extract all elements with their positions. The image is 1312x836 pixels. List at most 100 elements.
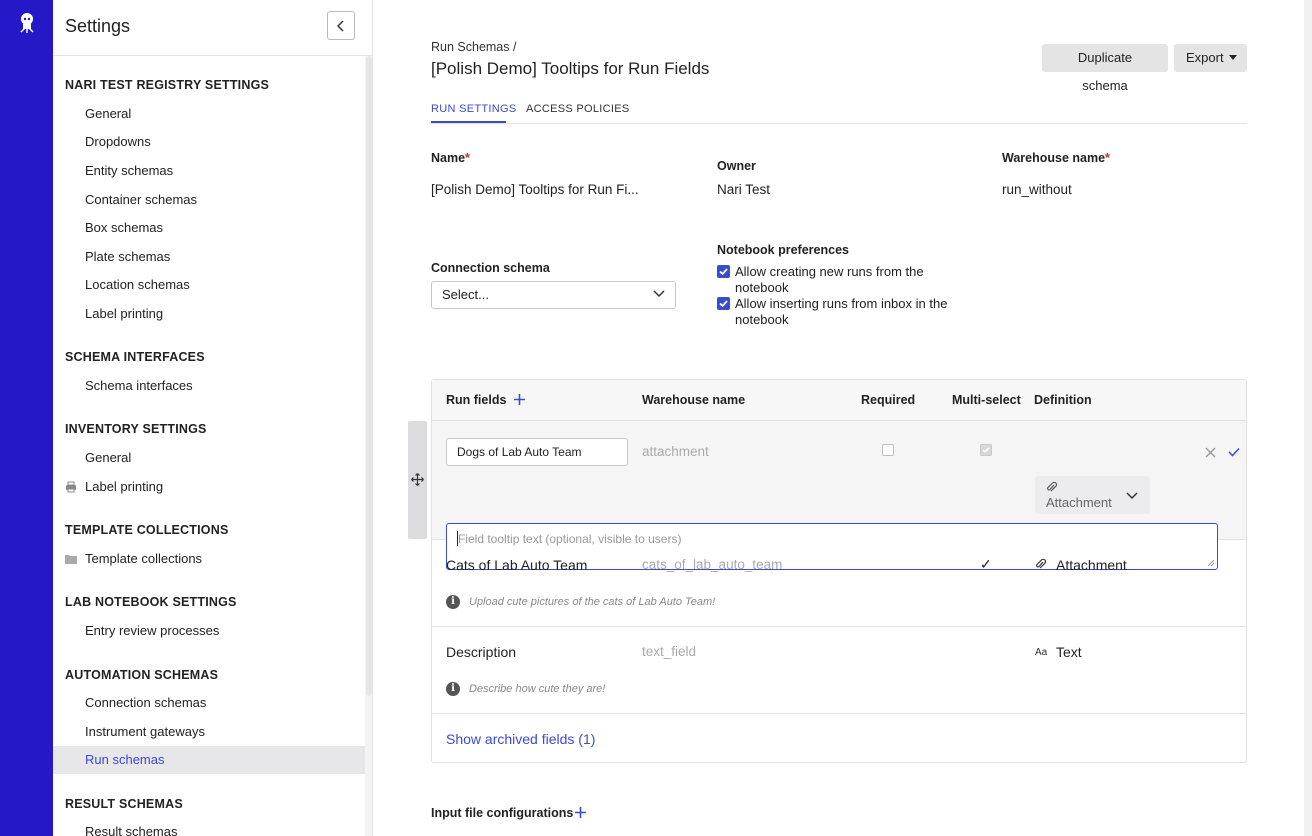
input-file-configurations-label: Input file configurations — [431, 806, 574, 820]
sidebar-item-box-schemas[interactable]: Box schemas — [53, 214, 365, 242]
sidebar-item-entity-schemas[interactable]: Entity schemas — [53, 157, 365, 185]
tab-run-settings[interactable]: RUN SETTINGS — [431, 103, 517, 115]
sidebar-item-connection-schemas[interactable]: Connection schemas — [53, 689, 365, 717]
section-title: RESULT SCHEMAS — [65, 797, 183, 811]
header-run-fields: Run fields — [446, 393, 507, 407]
allow-inserting-runs-checkbox[interactable] — [717, 297, 730, 310]
sidebar-item-label: Label printing — [85, 479, 164, 494]
connection-schema-label: Connection schema — [431, 261, 550, 275]
field-warehouse-name: text_field — [642, 644, 697, 659]
field-name: Description — [446, 644, 517, 660]
page-scrollbar[interactable] — [1304, 0, 1312, 836]
info-icon: i — [446, 682, 460, 696]
owner-label: Owner — [717, 159, 756, 173]
sidebar-item-container-schemas[interactable]: Container schemas — [53, 186, 365, 214]
confirm-check-icon[interactable] — [1228, 447, 1240, 457]
multi-select-check: ✓ — [980, 556, 992, 572]
allow-creating-runs-label: Allow creating new runs from the notebook — [735, 264, 924, 295]
required-marker: * — [465, 151, 470, 165]
printer-icon — [66, 481, 76, 493]
connection-schema-select[interactable]: Select... — [431, 281, 676, 309]
chevron-down-icon — [1126, 492, 1138, 500]
move-icon — [411, 473, 424, 486]
run-fields-table: Run fields Warehouse name Required Multi… — [431, 379, 1247, 763]
name-value[interactable]: [Polish Demo] Tooltips for Run Fi... — [431, 182, 639, 197]
duplicate-schema-button[interactable]: Duplicate schema — [1042, 44, 1168, 93]
multi-select-checkbox[interactable] — [980, 444, 992, 456]
sidebar-item-label-printing[interactable]: Label printing — [53, 300, 365, 328]
section-title: TEMPLATE COLLECTIONS — [65, 523, 229, 537]
settings-sidebar: Settings NARI TEST REGISTRY SETTINGS Gen… — [53, 0, 373, 836]
tab-access-policies[interactable]: ACCESS POLICIES — [526, 103, 630, 115]
section-title: SCHEMA INTERFACES — [65, 350, 205, 364]
definition-value: Attachment — [1046, 495, 1112, 510]
breadcrumb[interactable]: Run Schemas / — [431, 40, 516, 54]
owner-value[interactable]: Nari Test — [717, 182, 770, 197]
check-icon — [719, 300, 728, 308]
section-title: LAB NOTEBOOK SETTINGS — [65, 595, 237, 609]
required-checkbox[interactable] — [882, 444, 894, 456]
export-button[interactable]: Export — [1174, 44, 1247, 72]
sidebar-item-general[interactable]: General — [53, 100, 365, 128]
sidebar-item-run-schemas[interactable]: Run schemas — [53, 746, 365, 774]
sidebar-item-instrument-gateways[interactable]: Instrument gateways — [53, 718, 365, 746]
sidebar-item-entry-review-processes[interactable]: Entry review processes — [53, 617, 365, 645]
header-multi-select: Multi-select — [952, 393, 1021, 407]
notebook-preferences-label: Notebook preferences — [717, 243, 849, 257]
collapse-sidebar-button[interactable] — [327, 11, 355, 40]
add-field-icon[interactable] — [513, 393, 526, 406]
sidebar-scrollbar-thumb[interactable] — [366, 56, 372, 696]
sidebar-item-template-collections[interactable]: Template collections — [53, 545, 365, 573]
show-archived-fields-link[interactable]: Show archived fields (1) — [446, 731, 595, 747]
export-label: Export — [1186, 50, 1224, 65]
field-name: Cats of Lab Auto Team — [446, 557, 588, 573]
info-icon: i — [446, 595, 460, 609]
table-row-editing: Dogs of Lab Auto Team attachment Attachm… — [432, 421, 1246, 570]
main-content: Run Schemas / [Polish Demo] Tooltips for… — [373, 0, 1312, 836]
allow-creating-runs-checkbox[interactable] — [717, 265, 730, 278]
sidebar-nav: NARI TEST REGISTRY SETTINGS General Drop… — [53, 56, 365, 836]
header-required: Required — [861, 393, 916, 407]
paperclip-icon — [1047, 481, 1057, 492]
table-header: Run fields Warehouse name Required Multi… — [432, 380, 1246, 421]
sidebar-header: Settings — [53, 0, 372, 56]
section-title: INVENTORY SETTINGS — [65, 422, 207, 436]
chevron-down-icon — [653, 290, 665, 298]
sidebar-item-inventory-general[interactable]: General — [53, 444, 365, 472]
text-type-icon: Aa — [1035, 647, 1048, 658]
app-rail — [0, 0, 53, 836]
header-definition: Definition — [1034, 393, 1092, 407]
paperclip-icon — [1036, 558, 1046, 569]
field-tooltip-hint: Upload cute pictures of the cats of Lab … — [469, 596, 716, 608]
check-icon — [719, 268, 728, 276]
tab-divider — [431, 123, 1247, 124]
required-marker: * — [1105, 151, 1110, 165]
sidebar-item-plate-schemas[interactable]: Plate schemas — [53, 243, 365, 271]
sidebar-item-label: Template collections — [85, 551, 203, 566]
sidebar-item-schema-interfaces[interactable]: Schema interfaces — [53, 372, 365, 400]
chevron-left-icon — [337, 19, 344, 32]
caret-down-icon — [1229, 55, 1237, 60]
definition-select[interactable]: Attachment — [1035, 476, 1150, 514]
warehouse-name-label: Warehouse name* — [1002, 151, 1110, 165]
field-tooltip-hint: Describe how cute they are! — [469, 683, 606, 695]
add-input-file-icon[interactable] — [574, 806, 587, 819]
field-definition: Attachment — [1056, 557, 1127, 573]
row-drag-handle[interactable] — [408, 421, 427, 539]
allow-inserting-runs-label: Allow inserting runs from inbox in the no… — [735, 296, 948, 327]
field-name-input[interactable]: Dogs of Lab Auto Team — [446, 438, 628, 466]
check-icon — [982, 447, 990, 454]
table-row[interactable]: Cats of Lab Auto Team cats_of_lab_auto_t… — [432, 540, 1246, 627]
warehouse-name-value[interactable]: run_without — [1002, 182, 1072, 197]
close-icon[interactable] — [1205, 447, 1216, 458]
sidebar-item-dropdowns[interactable]: Dropdowns — [53, 128, 365, 156]
sidebar-item-location-schemas[interactable]: Location schemas — [53, 271, 365, 299]
section-title: NARI TEST REGISTRY SETTINGS — [65, 78, 270, 92]
app-logo-icon[interactable] — [17, 12, 37, 34]
connection-schema-value: Select... — [442, 287, 489, 302]
table-row[interactable]: Description text_field Aa Text i Describ… — [432, 627, 1246, 714]
field-definition: Text — [1056, 644, 1082, 660]
field-warehouse-name: attachment — [642, 444, 709, 459]
sidebar-item-result-schemas[interactable]: Result schemas — [53, 818, 365, 836]
sidebar-item-inventory-label-printing[interactable]: Label printing — [53, 473, 365, 501]
